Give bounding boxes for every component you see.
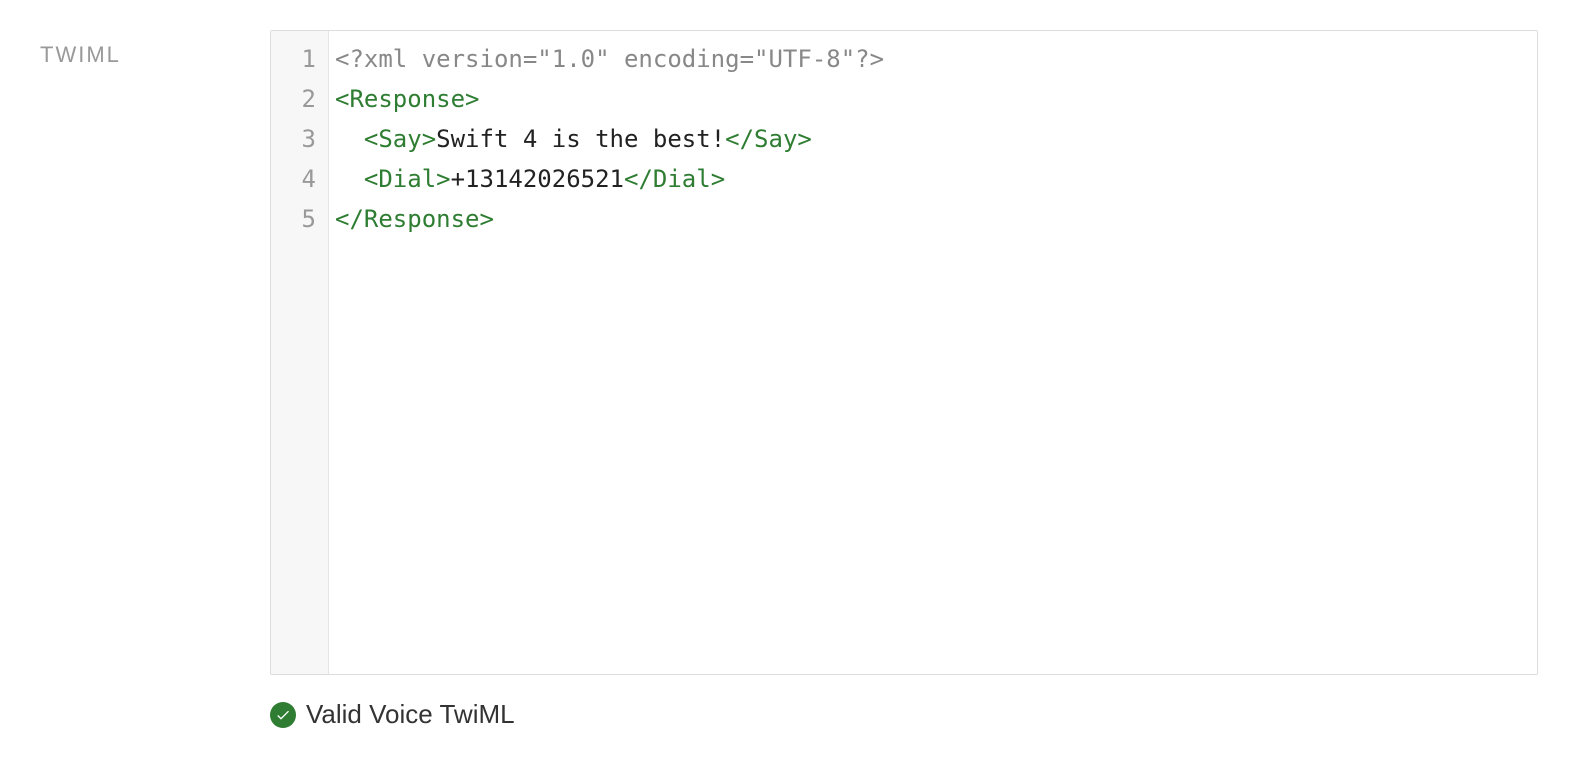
line-number: 3 <box>271 119 328 159</box>
code-editor[interactable]: 12345 <?xml version="1.0" encoding="UTF-… <box>270 30 1538 675</box>
code-token: <Dial> <box>364 165 451 193</box>
code-token: <?xml version="1.0" encoding="UTF-8"?> <box>335 45 884 73</box>
editor-column: 12345 <?xml version="1.0" encoding="UTF-… <box>270 30 1538 730</box>
check-circle-icon <box>270 702 296 728</box>
code-token: <Say> <box>364 125 436 153</box>
twiml-label: TWIML <box>40 42 250 68</box>
code-token: </Say> <box>725 125 812 153</box>
label-column: TWIML <box>40 30 250 730</box>
line-number: 1 <box>271 39 328 79</box>
code-token <box>335 119 364 159</box>
line-number: 2 <box>271 79 328 119</box>
code-token <box>335 159 364 199</box>
line-number: 4 <box>271 159 328 199</box>
line-number: 5 <box>271 199 328 239</box>
code-line[interactable]: <Dial>+13142026521</Dial> <box>335 159 884 199</box>
code-token: </Dial> <box>624 165 725 193</box>
code-token: </Response> <box>335 205 494 233</box>
code-line[interactable]: <Response> <box>335 79 884 119</box>
validation-message: Valid Voice TwiML <box>306 699 515 730</box>
code-line[interactable]: <Say>Swift 4 is the best!</Say> <box>335 119 884 159</box>
code-token: Swift 4 is the best! <box>436 125 725 153</box>
code-line[interactable]: <?xml version="1.0" encoding="UTF-8"?> <box>335 39 884 79</box>
code-content[interactable]: <?xml version="1.0" encoding="UTF-8"?> <R… <box>329 31 884 674</box>
code-line[interactable]: </Response> <box>335 199 884 239</box>
code-token: +13142026521 <box>451 165 624 193</box>
code-token: <Response> <box>335 85 480 113</box>
validation-status: Valid Voice TwiML <box>270 699 1538 730</box>
twiml-editor-container: TWIML 12345 <?xml version="1.0" encoding… <box>40 30 1538 730</box>
line-number-gutter: 12345 <box>271 31 329 674</box>
